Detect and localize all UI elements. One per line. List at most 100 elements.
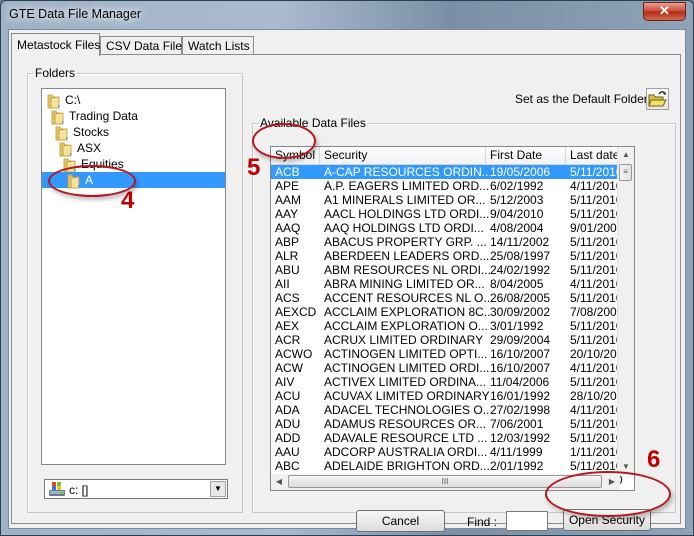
cell-security: ADAVALE RESOURCE LTD ... bbox=[324, 431, 488, 445]
table-row[interactable]: ABC ADELAIDE BRIGHTON ORD... 2/01/1992 5/11… bbox=[271, 459, 623, 473]
tab-metastock-files[interactable]: Metastock Files bbox=[11, 33, 100, 56]
table-row[interactable]: ACS ACCENT RESOURCES NL O... 26/08/2005 5/1… bbox=[271, 291, 623, 305]
column-symbol[interactable]: Symbol bbox=[271, 147, 320, 164]
table-row[interactable]: ACWO ACTINOGEN LIMITED OPTI... 16/10/2007 2… bbox=[271, 347, 630, 361]
table-row[interactable]: AAM A1 MINERALS LIMITED OR... 5/12/2003 5/1… bbox=[271, 193, 623, 207]
cell-first: 8/04/2005 bbox=[490, 277, 544, 291]
table-row[interactable]: AAU ADCORP AUSTRALIA ORDI... 4/11/1999 1/11… bbox=[271, 445, 623, 459]
cell-symbol: ADA bbox=[275, 403, 300, 417]
cell-symbol: ACR bbox=[275, 333, 301, 347]
cell-symbol: AAU bbox=[275, 445, 300, 459]
table-row[interactable]: ACW ACTINOGEN LIMITED ORDI... 16/10/2007 4/… bbox=[271, 361, 623, 375]
column-first-date[interactable]: First Date bbox=[486, 147, 566, 164]
cell-first: 16/01/1992 bbox=[490, 389, 551, 403]
table-row[interactable]: ACB A-CAP RESOURCES ORDIN... 19/05/2006 5/1… bbox=[271, 165, 623, 179]
scroll-down-icon[interactable]: ▼ bbox=[618, 459, 634, 475]
open-security-button[interactable]: Open Security bbox=[563, 509, 651, 531]
cell-security: ABERDEEN LEADERS ORD... bbox=[324, 249, 490, 263]
chevron-down-icon[interactable]: ▼ bbox=[210, 481, 226, 497]
cell-security: ACTINOGEN LIMITED ORDI... bbox=[324, 361, 490, 375]
cell-security: ABM RESOURCES NL ORDI... bbox=[324, 263, 490, 277]
cell-first: 14/11/2002 bbox=[490, 235, 550, 249]
hscroll-thumb[interactable]: III bbox=[288, 475, 602, 488]
cell-symbol: ADD bbox=[275, 431, 301, 445]
drive-icon bbox=[49, 482, 65, 496]
table-row[interactable]: AEX ACCLAIM EXPLORATION O... 3/01/1992 5/11… bbox=[271, 319, 623, 333]
cell-first: 4/11/1999 bbox=[490, 445, 543, 459]
cell-symbol: ABP bbox=[275, 235, 300, 249]
annotation-number-6: 6 bbox=[647, 446, 661, 473]
table-row[interactable]: ADA ADACEL TECHNOLOGIES O... 27/02/1998 4/1… bbox=[271, 403, 623, 417]
tree-item[interactable]: ASX bbox=[42, 140, 102, 157]
data-files-group: Available Data Files Symbol Security Fir… bbox=[252, 116, 676, 532]
set-default-folder-button[interactable] bbox=[646, 88, 669, 110]
table-row[interactable]: ALR ABERDEEN LEADERS ORD... 25/08/1997 5/11… bbox=[271, 249, 623, 263]
cell-security: ACCENT RESOURCES NL O... bbox=[324, 291, 490, 305]
cell-security: ACTINOGEN LIMITED OPTI... bbox=[324, 347, 488, 361]
title-bar[interactable]: GTE Data File Manager ✕ bbox=[1, 1, 693, 29]
table-row[interactable]: AAQ AAQ HOLDINGS LTD ORDI... 4/08/2004 9/01… bbox=[271, 221, 623, 235]
cell-security: A1 MINERALS LIMITED OR... bbox=[324, 193, 486, 207]
tree-item[interactable]: Equities bbox=[42, 156, 124, 173]
window-title: GTE Data File Manager bbox=[9, 7, 141, 21]
scroll-left-icon[interactable]: ◀ bbox=[271, 474, 287, 490]
cancel-button[interactable]: Cancel bbox=[356, 510, 445, 532]
vertical-scrollbar[interactable]: ▲ ≡ ▼ bbox=[617, 147, 634, 475]
tree-item-label: Trading Data bbox=[69, 109, 138, 123]
scroll-up-icon[interactable]: ▲ bbox=[618, 147, 634, 163]
cell-symbol: AIV bbox=[275, 375, 295, 389]
table-row[interactable]: ADD ADAVALE RESOURCE LTD ... 12/03/1992 5/1… bbox=[271, 431, 623, 445]
find-input[interactable] bbox=[506, 511, 548, 531]
tree-item-label: Equities bbox=[81, 157, 124, 171]
folder-icon bbox=[67, 174, 80, 189]
cell-symbol: ABU bbox=[275, 263, 300, 277]
cell-security: ACCLAIM EXPLORATION O... bbox=[324, 319, 488, 333]
table-row[interactable]: AAY AACL HOLDINGS LTD ORDI... 9/04/2010 5/1… bbox=[271, 207, 623, 221]
scroll-right-icon[interactable]: ▶ bbox=[604, 474, 620, 490]
cell-security: ACTIVEX LIMITED ORDINA... bbox=[324, 375, 487, 389]
table-row[interactable]: APE A.P. EAGERS LIMITED ORD... 6/02/1992 4/… bbox=[271, 179, 623, 193]
tree-item-label: ASX bbox=[77, 141, 102, 155]
folder-icon bbox=[47, 94, 60, 109]
table-row[interactable]: ABU ABM RESOURCES NL ORDI... 24/02/1992 5/1… bbox=[271, 263, 623, 277]
table-row[interactable]: ACR ACRUX LIMITED ORDINARY 29/09/2004 5/11/… bbox=[271, 333, 623, 347]
cell-first: 30/09/2002 bbox=[490, 305, 551, 319]
tree-item-label: Stocks bbox=[73, 125, 110, 139]
horizontal-scrollbar[interactable]: ◀ III ▶ bbox=[271, 474, 620, 490]
table-row[interactable]: AEXCD ACCLAIM EXPLORATION 8C... 30/09/2002… bbox=[271, 305, 623, 319]
cell-first: 27/02/1998 bbox=[490, 403, 551, 417]
tree-item[interactable]: C:\ bbox=[42, 92, 80, 109]
folder-icon bbox=[59, 142, 72, 157]
table-row[interactable]: ABP ABACUS PROPERTY GRP. ... 14/11/2002 5/1… bbox=[271, 235, 623, 249]
column-security[interactable]: Security bbox=[320, 147, 486, 164]
cell-symbol: ALR bbox=[275, 249, 299, 263]
tree-item[interactable]: A bbox=[42, 172, 225, 189]
cell-security: ACUVAX LIMITED ORDINARY bbox=[324, 389, 490, 403]
cell-symbol: AAM bbox=[275, 193, 302, 207]
folder-icon bbox=[55, 126, 68, 141]
find-label: Find : bbox=[467, 515, 498, 529]
folder-icon bbox=[51, 110, 64, 125]
cell-symbol: ACWO bbox=[275, 347, 313, 361]
tree-item[interactable]: Stocks bbox=[42, 124, 110, 141]
tab-csv-data-files[interactable]: CSV Data Files bbox=[100, 36, 188, 55]
close-button[interactable]: ✕ bbox=[643, 2, 686, 21]
folder-tree[interactable]: C:\ Trading Data Stocks ASX Equities A bbox=[41, 88, 226, 465]
drive-select[interactable]: c: [] ▼ bbox=[44, 479, 228, 499]
scroll-thumb[interactable]: ≡ bbox=[619, 164, 632, 181]
cell-security: AAQ HOLDINGS LTD ORDI... bbox=[324, 221, 484, 235]
table-row[interactable]: ACU ACUVAX LIMITED ORDINARY 16/01/1992 28/1… bbox=[271, 389, 630, 403]
table-row[interactable]: AII ABRA MINING LIMITED OR... 8/04/2005 4/1… bbox=[271, 277, 623, 291]
cell-symbol: AAY bbox=[275, 207, 299, 221]
tab-watch-lists[interactable]: Watch Lists bbox=[182, 36, 254, 55]
cell-symbol: ACS bbox=[275, 291, 300, 305]
table-row[interactable]: ADU ADAMUS RESOURCES OR... 7/06/2001 5/11/2… bbox=[271, 417, 623, 431]
cell-symbol: ABC bbox=[275, 459, 300, 473]
table-row[interactable]: AIV ACTIVEX LIMITED ORDINA... 11/04/2006 5/… bbox=[271, 375, 623, 389]
data-files-list[interactable]: Symbol Security First Date Last date ACB… bbox=[270, 146, 635, 491]
cell-symbol: ACU bbox=[275, 389, 301, 403]
cell-first: 2/01/1992 bbox=[490, 459, 544, 473]
cell-first: 26/08/2005 bbox=[490, 291, 551, 305]
tree-item[interactable]: Trading Data bbox=[42, 108, 138, 125]
cell-first: 11/04/2006 bbox=[490, 375, 550, 389]
